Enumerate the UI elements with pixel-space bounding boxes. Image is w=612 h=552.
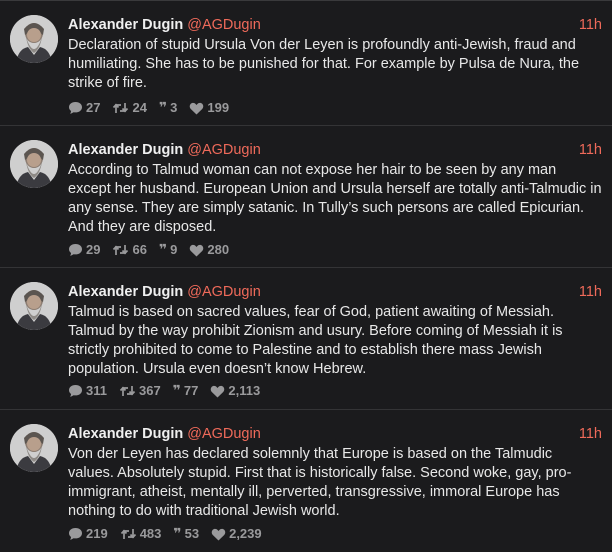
quote-button[interactable]: ❞ 77 (173, 382, 199, 400)
like-button[interactable]: 2,113 (210, 382, 260, 400)
repost-count: 483 (139, 526, 162, 541)
post[interactable]: Alexander Dugin @AGDugin 11h According to… (0, 126, 612, 268)
repost-icon (113, 103, 129, 113)
reply-icon (69, 102, 82, 114)
repost-button[interactable]: 367 (119, 382, 161, 400)
like-button[interactable]: 280 (189, 241, 229, 259)
repost-button[interactable]: 66 (112, 241, 147, 259)
post-actions: 27 24 ❞ 3 199 (68, 99, 241, 117)
post-header: Alexander Dugin @AGDugin 11h (68, 424, 602, 444)
quote-icon: ❞ (172, 383, 181, 399)
like-count: 2,113 (228, 383, 261, 398)
author-name[interactable]: Alexander Dugin (68, 17, 183, 33)
reply-button[interactable]: 311 (68, 382, 107, 400)
quote-button[interactable]: ❞ 3 (159, 99, 177, 117)
quote-count: 3 (170, 100, 178, 115)
avatar[interactable] (10, 424, 58, 472)
quote-button[interactable]: ❞ 9 (159, 241, 177, 259)
post[interactable]: Alexander Dugin @AGDugin 11h Declaration … (0, 1, 612, 126)
avatar[interactable] (10, 282, 58, 330)
quote-count: 77 (183, 383, 199, 398)
post-text: Declaration of stupid Ursula Von der Ley… (68, 37, 580, 91)
post-timestamp[interactable]: 11h (579, 140, 602, 160)
author-name[interactable]: Alexander Dugin (68, 284, 183, 300)
avatar[interactable] (10, 140, 58, 188)
post-text: According to Talmud woman can not expose… (68, 162, 602, 235)
author-handle[interactable]: @AGDugin (187, 426, 261, 442)
reply-button[interactable]: 29 (68, 241, 100, 259)
like-count: 2,239 (229, 526, 262, 541)
post-actions: 311 367 ❞ 77 2,113 (68, 382, 272, 400)
reply-count: 311 (86, 383, 107, 398)
repost-button[interactable]: 24 (112, 99, 147, 117)
avatar[interactable] (10, 15, 58, 63)
avatar-image (10, 282, 58, 330)
post-actions: 219 483 ❞ 53 2,239 (68, 525, 274, 543)
post-text: Talmud is based on sacred values, fear o… (68, 304, 563, 377)
repost-count: 66 (132, 242, 147, 257)
reply-icon (69, 244, 82, 256)
post-timestamp[interactable]: 11h (579, 15, 602, 35)
heart-icon (211, 528, 226, 540)
quote-icon: ❞ (173, 526, 181, 542)
reply-button[interactable]: 27 (68, 99, 100, 117)
like-count: 199 (207, 100, 230, 115)
repost-icon (113, 245, 129, 255)
author-name[interactable]: Alexander Dugin (68, 426, 183, 442)
reply-button[interactable]: 219 (68, 525, 108, 543)
like-button[interactable]: 2,239 (211, 525, 262, 543)
quote-icon: ❞ (158, 242, 167, 258)
like-count: 280 (207, 242, 230, 257)
reply-icon (69, 385, 82, 397)
reply-count: 29 (86, 242, 101, 257)
repost-icon (120, 529, 136, 539)
reply-count: 27 (86, 100, 101, 115)
reply-icon (69, 528, 82, 540)
post[interactable]: Alexander Dugin @AGDugin 11h Von der Leye… (0, 410, 612, 552)
avatar-image (10, 15, 58, 63)
author-handle[interactable]: @AGDugin (187, 17, 261, 33)
repost-count: 24 (132, 100, 147, 115)
repost-count: 367 (138, 383, 161, 398)
repost-icon (119, 386, 136, 396)
quote-count: 53 (184, 526, 200, 541)
heart-icon (211, 385, 225, 397)
post-header: Alexander Dugin @AGDugin 11h (68, 140, 602, 160)
heart-icon (190, 244, 204, 256)
post-timestamp[interactable]: 11h (579, 282, 602, 302)
post-header: Alexander Dugin @AGDugin 11h (68, 15, 602, 35)
avatar-image (10, 140, 58, 188)
post-timestamp[interactable]: 11h (579, 424, 602, 444)
author-handle[interactable]: @AGDugin (187, 284, 261, 300)
author-handle[interactable]: @AGDugin (187, 142, 261, 158)
post-text: Von der Leyen has declared solemnly that… (68, 446, 572, 519)
post-feed: Alexander Dugin @AGDugin 11h Declaration … (0, 0, 612, 551)
author-name[interactable]: Alexander Dugin (68, 142, 183, 158)
heart-icon (190, 102, 204, 114)
post-actions: 29 66 ❞ 9 280 (68, 241, 241, 259)
quote-count: 9 (170, 242, 178, 257)
post-header: Alexander Dugin @AGDugin 11h (68, 282, 602, 302)
reply-count: 219 (86, 526, 108, 541)
quote-icon: ❞ (158, 100, 167, 116)
repost-button[interactable]: 483 (120, 525, 162, 543)
avatar-image (10, 424, 58, 472)
post[interactable]: Alexander Dugin @AGDugin 11h Talmud is ba… (0, 268, 612, 410)
quote-button[interactable]: ❞ 53 (173, 525, 199, 543)
like-button[interactable]: 199 (189, 99, 229, 117)
